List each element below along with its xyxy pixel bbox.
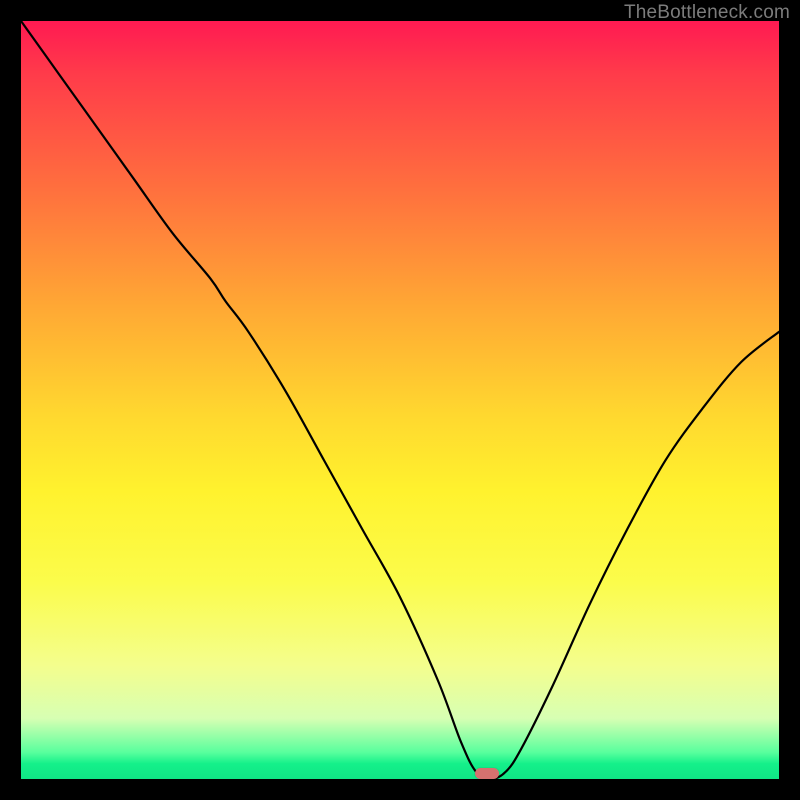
optimal-marker	[475, 768, 499, 779]
bottleneck-curve	[21, 21, 779, 779]
curve-svg	[21, 21, 779, 779]
chart-frame: TheBottleneck.com	[0, 0, 800, 800]
plot-area	[21, 21, 779, 779]
